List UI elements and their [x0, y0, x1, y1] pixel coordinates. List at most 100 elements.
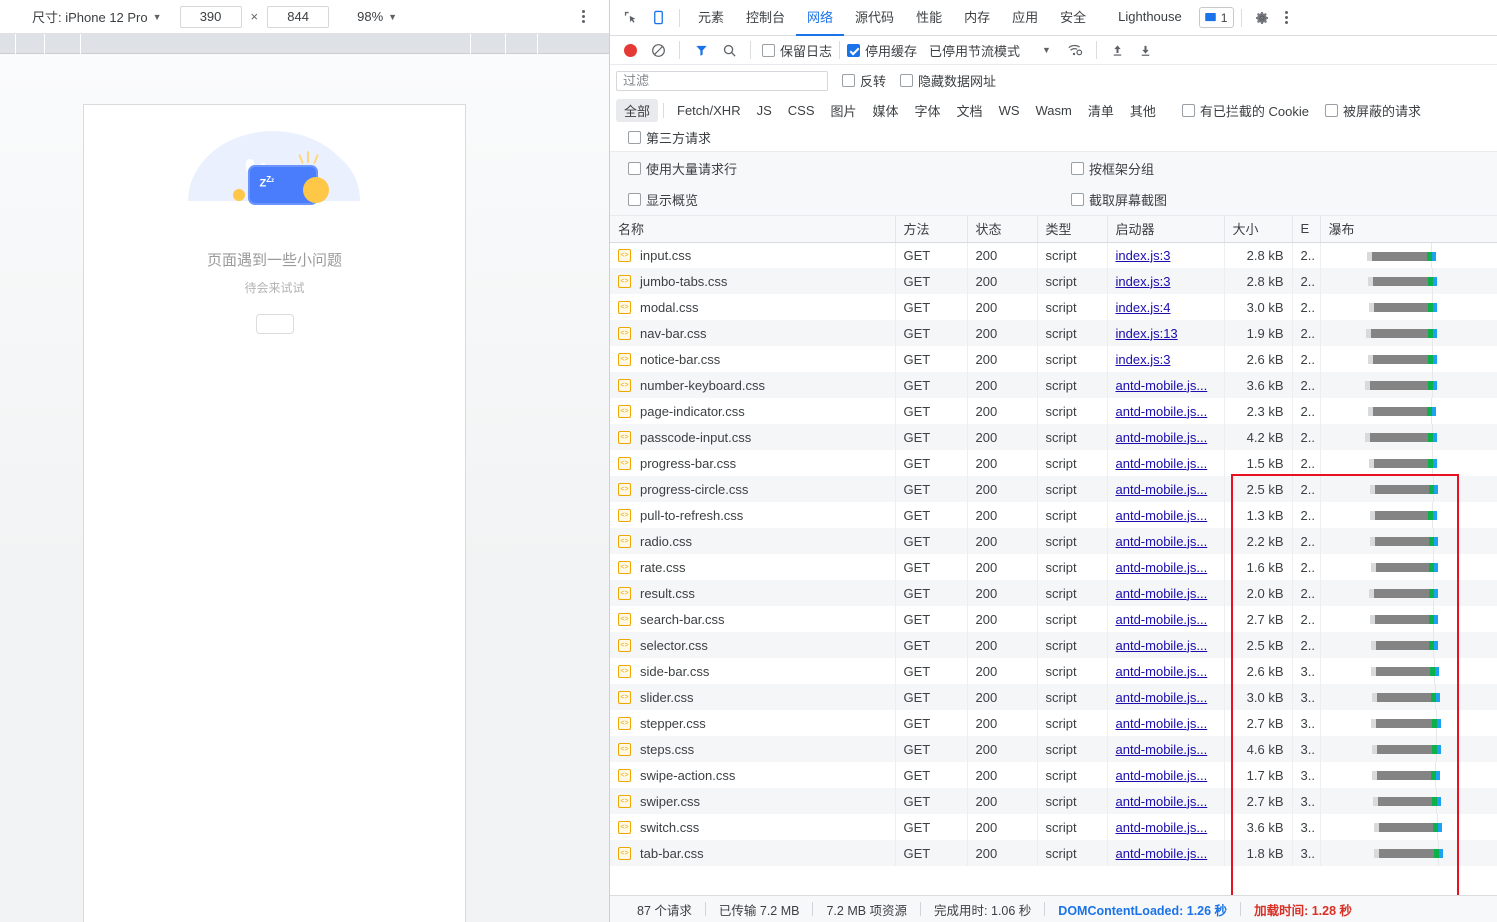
- cell-name[interactable]: <> result.css: [610, 580, 896, 606]
- table-row[interactable]: <> tab-bar.css GET 200 script antd-mobile.js.…: [610, 840, 1497, 866]
- cell-name[interactable]: <> radio.css: [610, 528, 896, 554]
- table-row[interactable]: <> swipe-action.css GET 200 script antd-mobil…: [610, 762, 1497, 788]
- tab-sources[interactable]: 源代码: [844, 0, 905, 36]
- initiator-link[interactable]: antd-mobile.js...: [1116, 716, 1208, 731]
- cell-initiator[interactable]: antd-mobile.js...: [1107, 840, 1225, 866]
- cell-name[interactable]: <> tab-bar.css: [610, 840, 896, 866]
- device-width-input[interactable]: [179, 5, 242, 28]
- big-request-rows-checkbox[interactable]: 使用大量请求行: [628, 159, 1071, 178]
- initiator-link[interactable]: antd-mobile.js...: [1116, 612, 1208, 627]
- initiator-link[interactable]: index.js:3: [1116, 248, 1171, 263]
- cell-initiator[interactable]: index.js:13: [1107, 320, 1225, 346]
- initiator-link[interactable]: index.js:3: [1116, 352, 1171, 367]
- table-row[interactable]: <> slider.css GET 200 script antd-mobile.js..…: [610, 684, 1497, 710]
- type-filter-ws[interactable]: WS: [991, 101, 1028, 120]
- network-conditions-icon[interactable]: [1061, 37, 1089, 63]
- table-row[interactable]: <> progress-circle.css GET 200 script antd-mo…: [610, 476, 1497, 502]
- device-size-caret-icon[interactable]: ▼: [153, 12, 162, 22]
- search-icon[interactable]: [715, 37, 743, 63]
- cell-initiator[interactable]: antd-mobile.js...: [1107, 788, 1225, 814]
- initiator-link[interactable]: antd-mobile.js...: [1116, 508, 1208, 523]
- hide-data-urls-checkbox[interactable]: 隐藏数据网址: [900, 71, 996, 90]
- export-har-icon[interactable]: [1132, 37, 1160, 63]
- filter-input[interactable]: [616, 70, 828, 91]
- type-filter-doc[interactable]: 文档: [949, 99, 991, 122]
- cell-initiator[interactable]: antd-mobile.js...: [1107, 736, 1225, 762]
- table-row[interactable]: <> switch.css GET 200 script antd-mobile.js..…: [610, 814, 1497, 840]
- network-requests-table-wrap[interactable]: 名称 方法 状态 类型 启动器 大小 E 瀑布 <> input.css GET 20…: [610, 216, 1497, 895]
- cell-initiator[interactable]: antd-mobile.js...: [1107, 398, 1225, 424]
- initiator-link[interactable]: antd-mobile.js...: [1116, 820, 1208, 835]
- type-filter-other[interactable]: 其他: [1122, 99, 1164, 122]
- preserve-log-checkbox[interactable]: 保留日志: [762, 41, 832, 60]
- initiator-link[interactable]: antd-mobile.js...: [1116, 430, 1208, 445]
- initiator-link[interactable]: antd-mobile.js...: [1116, 664, 1208, 679]
- cell-name[interactable]: <> slider.css: [610, 684, 896, 710]
- cell-name[interactable]: <> nav-bar.css: [610, 320, 896, 346]
- error-retry-button[interactable]: [255, 314, 294, 334]
- type-filter-wasm[interactable]: Wasm: [1028, 101, 1080, 120]
- cell-name[interactable]: <> swipe-action.css: [610, 762, 896, 788]
- cell-name[interactable]: <> side-bar.css: [610, 658, 896, 684]
- invert-checkbox[interactable]: 反转: [842, 71, 886, 90]
- column-header-name[interactable]: 名称: [610, 216, 896, 243]
- initiator-link[interactable]: antd-mobile.js...: [1116, 378, 1208, 393]
- device-toggle-icon[interactable]: [644, 5, 672, 31]
- cell-initiator[interactable]: antd-mobile.js...: [1107, 658, 1225, 684]
- type-filter-css[interactable]: CSS: [780, 101, 823, 120]
- column-header-method[interactable]: 方法: [895, 216, 968, 243]
- show-overview-checkbox[interactable]: 显示概览: [628, 190, 1071, 209]
- cell-initiator[interactable]: antd-mobile.js...: [1107, 372, 1225, 398]
- cell-name[interactable]: <> notice-bar.css: [610, 346, 896, 372]
- type-filter-all[interactable]: 全部: [616, 98, 659, 122]
- cell-initiator[interactable]: antd-mobile.js...: [1107, 762, 1225, 788]
- column-header-type[interactable]: 类型: [1037, 216, 1108, 243]
- type-filter-media[interactable]: 媒体: [865, 99, 907, 122]
- record-button[interactable]: [616, 37, 644, 63]
- tab-console[interactable]: 控制台: [735, 0, 796, 36]
- tab-performance[interactable]: 性能: [905, 0, 953, 36]
- throttling-select[interactable]: 已停用节流模式: [929, 41, 1020, 60]
- cell-name[interactable]: <> input.css: [610, 242, 896, 268]
- disable-cache-checkbox[interactable]: 停用缓存: [847, 41, 917, 60]
- device-height-input[interactable]: [267, 5, 330, 28]
- table-row[interactable]: <> notice-bar.css GET 200 script index.js:3 2.…: [610, 346, 1497, 372]
- table-row[interactable]: <> side-bar.css GET 200 script antd-mobile.js…: [610, 658, 1497, 684]
- initiator-link[interactable]: antd-mobile.js...: [1116, 846, 1208, 861]
- table-row[interactable]: <> input.css GET 200 script index.js:3 2.8 kB 2…: [610, 242, 1497, 268]
- blocked-requests-checkbox[interactable]: 被屏蔽的请求: [1325, 101, 1421, 120]
- table-row[interactable]: <> page-indicator.css GET 200 script antd-mob…: [610, 398, 1497, 424]
- cell-name[interactable]: <> steps.css: [610, 736, 896, 762]
- initiator-link[interactable]: index.js:4: [1116, 300, 1171, 315]
- zoom-control[interactable]: 98% ▼: [357, 9, 397, 24]
- column-header-time[interactable]: E: [1292, 216, 1321, 243]
- message-count-badge[interactable]: 1: [1198, 7, 1235, 28]
- cell-initiator[interactable]: antd-mobile.js...: [1107, 476, 1225, 502]
- inspect-element-icon[interactable]: [616, 5, 644, 31]
- cell-name[interactable]: <> progress-circle.css: [610, 476, 896, 502]
- initiator-link[interactable]: index.js:13: [1116, 326, 1178, 341]
- type-filter-img[interactable]: 图片: [823, 99, 865, 122]
- initiator-link[interactable]: antd-mobile.js...: [1116, 794, 1208, 809]
- filter-icon[interactable]: [687, 37, 715, 63]
- type-filter-js[interactable]: JS: [749, 101, 780, 120]
- blocked-cookies-checkbox[interactable]: 有已拦截的 Cookie: [1181, 101, 1309, 120]
- column-header-status[interactable]: 状态: [967, 216, 1038, 243]
- column-header-initiator[interactable]: 启动器: [1107, 216, 1225, 243]
- third-party-checkbox[interactable]: 第三方请求: [628, 128, 711, 147]
- cell-name[interactable]: <> progress-bar.css: [610, 450, 896, 476]
- cell-initiator[interactable]: antd-mobile.js...: [1107, 502, 1225, 528]
- device-size-label[interactable]: 尺寸: iPhone 12 Pro: [32, 7, 148, 26]
- cell-initiator[interactable]: antd-mobile.js...: [1107, 424, 1225, 450]
- initiator-link[interactable]: antd-mobile.js...: [1116, 534, 1208, 549]
- cell-initiator[interactable]: antd-mobile.js...: [1107, 528, 1225, 554]
- cell-name[interactable]: <> swiper.css: [610, 788, 896, 814]
- tab-security[interactable]: 安全: [1049, 0, 1097, 36]
- initiator-link[interactable]: antd-mobile.js...: [1116, 768, 1208, 783]
- initiator-link[interactable]: antd-mobile.js...: [1116, 638, 1208, 653]
- column-header-waterfall[interactable]: 瀑布: [1320, 216, 1497, 243]
- cell-name[interactable]: <> modal.css: [610, 294, 896, 320]
- cell-initiator[interactable]: antd-mobile.js...: [1107, 554, 1225, 580]
- tab-application[interactable]: 应用: [1001, 0, 1049, 36]
- capture-screenshots-checkbox[interactable]: 截取屏幕截图: [1071, 190, 1497, 209]
